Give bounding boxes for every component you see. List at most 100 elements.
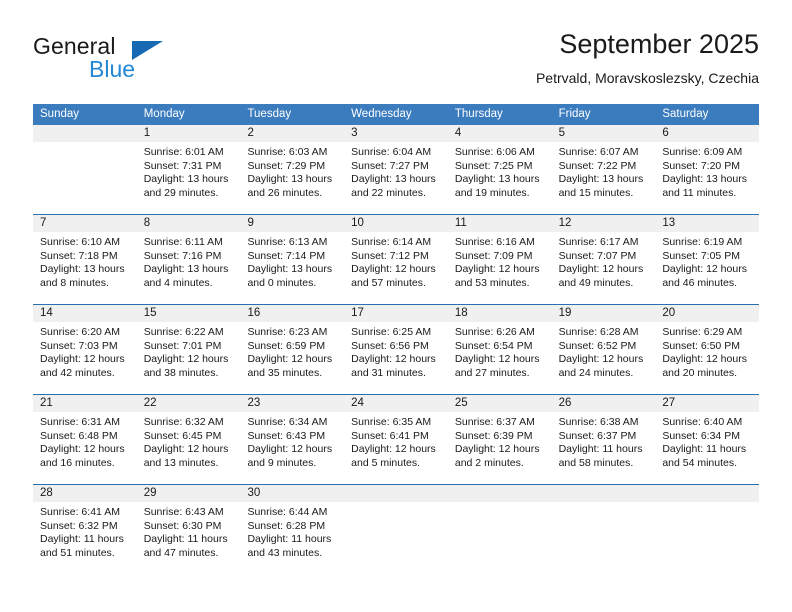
day-cell-17[interactable]: 17 Sunrise: 6:25 AM Sunset: 6:56 PM Dayligh… — [344, 305, 448, 394]
sunrise-text: Sunrise: 6:37 AM — [454, 416, 535, 428]
day-cell-9[interactable]: 9 Sunrise: 6:13 AM Sunset: 7:14 PM Daylight… — [240, 215, 345, 304]
sunrise-text: Sunrise: 6:06 AM — [454, 146, 535, 158]
day-number-band: 1 — [136, 125, 241, 142]
day-cell-26[interactable]: 26 Sunrise: 6:38 AM Sunset: 6:37 PM Dayligh… — [551, 395, 656, 484]
weekday-header-monday: Monday — [143, 108, 185, 120]
day-number-band: 14 — [33, 305, 137, 322]
day-details — [552, 502, 656, 506]
day-cell-7[interactable]: 7 Sunrise: 6:10 AM Sunset: 7:18 PM Daylight… — [33, 215, 137, 304]
day-cell-29[interactable]: 29 Sunrise: 6:43 AM Sunset: 6:30 PM Dayligh… — [136, 485, 241, 574]
daylight-text-cont: and 8 minutes. — [40, 276, 109, 289]
daylight-text-cont: and 5 minutes. — [351, 456, 421, 469]
day-details: Sunrise: 6:09 AM Sunset: 7:20 PM Daylight:… — [655, 142, 759, 200]
triangle-icon — [132, 41, 163, 60]
daylight-text-cont: and 13 minutes. — [143, 456, 219, 469]
day-details: Sunrise: 6:37 AM Sunset: 6:39 PM Daylight:… — [448, 412, 552, 470]
daylight-text-cont: and 0 minutes. — [247, 276, 317, 289]
day-details: Sunrise: 6:41 AM Sunset: 6:32 PM Daylight:… — [33, 502, 137, 560]
calendar-week-row: 14 Sunrise: 6:20 AM Sunset: 7:03 PM Dayligh… — [33, 304, 760, 394]
day-cell-12[interactable]: 12 Sunrise: 6:17 AM Sunset: 7:07 PM Dayligh… — [551, 215, 656, 304]
sunrise-text: Sunrise: 6:43 AM — [143, 506, 224, 518]
daylight-text: Daylight: 11 hours — [558, 443, 643, 456]
day-number: 9 — [247, 217, 254, 229]
day-cell-18[interactable]: 18 Sunrise: 6:26 AM Sunset: 6:54 PM Dayligh… — [447, 305, 552, 394]
day-cell-28[interactable]: 28 Sunrise: 6:41 AM Sunset: 6:32 PM Dayligh… — [33, 485, 137, 574]
day-cell-27[interactable]: 27 Sunrise: 6:40 AM Sunset: 6:34 PM Dayligh… — [655, 395, 760, 484]
day-number: 28 — [40, 487, 53, 499]
sunset-text: Sunset: 7:09 PM — [454, 249, 533, 262]
sunset-text: Sunset: 6:45 PM — [143, 429, 222, 442]
day-number-band: 5 — [551, 125, 656, 142]
day-details: Sunrise: 6:13 AM Sunset: 7:14 PM Daylight:… — [240, 232, 344, 290]
day-cell-20[interactable]: 20 Sunrise: 6:29 AM Sunset: 6:50 PM Dayligh… — [655, 305, 760, 394]
day-cell-22[interactable]: 22 Sunrise: 6:32 AM Sunset: 6:45 PM Dayligh… — [136, 395, 241, 484]
day-number-band — [344, 485, 448, 502]
day-number: 11 — [454, 217, 467, 229]
daylight-text: Daylight: 11 hours — [247, 533, 332, 546]
day-cell-30[interactable]: 30 Sunrise: 6:44 AM Sunset: 6:28 PM Dayligh… — [240, 485, 345, 574]
day-number-band: 7 — [33, 215, 137, 232]
calendar-week-row: 21 Sunrise: 6:31 AM Sunset: 6:48 PM Dayligh… — [33, 394, 760, 484]
day-cell-11[interactable]: 11 Sunrise: 6:16 AM Sunset: 7:09 PM Dayligh… — [447, 215, 552, 304]
sunset-text: Sunset: 7:31 PM — [143, 159, 222, 172]
sunset-text: Sunset: 6:50 PM — [662, 339, 740, 352]
day-number-band: 15 — [136, 305, 241, 322]
day-number-band: 28 — [33, 485, 137, 502]
day-cell-6[interactable]: 6 Sunrise: 6:09 AM Sunset: 7:20 PM Daylight… — [655, 125, 760, 214]
daylight-text-cont: and 47 minutes. — [143, 546, 219, 559]
day-number-band: 4 — [447, 125, 552, 142]
day-cell-23[interactable]: 23 Sunrise: 6:34 AM Sunset: 6:43 PM Dayligh… — [240, 395, 345, 484]
day-number-band: 16 — [240, 305, 345, 322]
daylight-text-cont: and 20 minutes. — [662, 366, 738, 379]
sunset-text: Sunset: 7:18 PM — [40, 249, 118, 262]
daylight-text-cont: and 58 minutes. — [558, 456, 634, 469]
sunset-text: Sunset: 6:34 PM — [662, 429, 740, 442]
day-cell-8[interactable]: 8 Sunrise: 6:11 AM Sunset: 7:16 PM Daylight… — [136, 215, 241, 304]
day-cell-1[interactable]: 1 Sunrise: 6:01 AM Sunset: 7:31 PM Daylight… — [136, 125, 241, 214]
day-number-band: 3 — [344, 125, 448, 142]
daylight-text: Daylight: 11 hours — [662, 443, 747, 456]
sunrise-text: Sunrise: 6:13 AM — [247, 236, 328, 248]
daylight-text-cont: and 43 minutes. — [247, 546, 323, 559]
day-details: Sunrise: 6:14 AM Sunset: 7:12 PM Daylight:… — [344, 232, 448, 290]
day-number: 15 — [143, 307, 157, 319]
day-cell-10[interactable]: 10 Sunrise: 6:14 AM Sunset: 7:12 PM Dayligh… — [344, 215, 448, 304]
day-cell-13[interactable]: 13 Sunrise: 6:19 AM Sunset: 7:05 PM Dayligh… — [655, 215, 760, 304]
sunset-text: Sunset: 6:48 PM — [40, 429, 118, 442]
daylight-text-cont: and 9 minutes. — [247, 456, 317, 469]
day-cell-3[interactable]: 3 Sunrise: 6:04 AM Sunset: 7:27 PM Daylight… — [344, 125, 448, 214]
daylight-text-cont: and 31 minutes. — [351, 366, 426, 379]
day-details: Sunrise: 6:11 AM Sunset: 7:16 PM Daylight:… — [137, 232, 241, 290]
day-number-band: 24 — [344, 395, 448, 412]
day-cell-24[interactable]: 24 Sunrise: 6:35 AM Sunset: 6:41 PM Dayligh… — [344, 395, 448, 484]
day-details: Sunrise: 6:06 AM Sunset: 7:25 PM Daylight:… — [448, 142, 552, 200]
day-number: 23 — [247, 397, 261, 409]
sunrise-text: Sunrise: 6:32 AM — [143, 416, 224, 428]
day-cell-5[interactable]: 5 Sunrise: 6:07 AM Sunset: 7:22 PM Daylight… — [551, 125, 656, 214]
sunrise-text: Sunrise: 6:09 AM — [662, 146, 743, 158]
day-cell-4[interactable]: 4 Sunrise: 6:06 AM Sunset: 7:25 PM Daylight… — [447, 125, 552, 214]
daylight-text: Daylight: 12 hours — [143, 443, 229, 456]
daylight-text: Daylight: 12 hours — [351, 443, 436, 456]
calendar-grid: Sunday Monday Tuesday Wednesday Thursday Frid… — [33, 104, 760, 574]
day-cell-16[interactable]: 16 Sunrise: 6:23 AM Sunset: 6:59 PM Dayligh… — [240, 305, 345, 394]
daylight-text-cont: and 57 minutes. — [351, 276, 426, 289]
day-number-band: 10 — [344, 215, 448, 232]
general-blue-logo: General Blue — [33, 33, 253, 85]
day-cell-25[interactable]: 25 Sunrise: 6:37 AM Sunset: 6:39 PM Dayligh… — [447, 395, 552, 484]
daylight-text: Daylight: 12 hours — [454, 443, 540, 456]
page-title: September 2025 — [559, 29, 759, 59]
day-cell-14[interactable]: 14 Sunrise: 6:20 AM Sunset: 7:03 PM Dayligh… — [33, 305, 137, 394]
sunset-text: Sunset: 7:05 PM — [662, 249, 740, 262]
daylight-text: Daylight: 12 hours — [558, 353, 644, 366]
day-number-band: 27 — [655, 395, 760, 412]
sunset-text: Sunset: 7:25 PM — [454, 159, 533, 172]
daylight-text: Daylight: 13 hours — [558, 173, 644, 186]
sunrise-text: Sunrise: 6:03 AM — [247, 146, 328, 158]
daylight-text-cont: and 2 minutes. — [454, 456, 524, 469]
day-cell-19[interactable]: 19 Sunrise: 6:28 AM Sunset: 6:52 PM Dayligh… — [551, 305, 656, 394]
day-cell-2[interactable]: 2 Sunrise: 6:03 AM Sunset: 7:29 PM Daylight… — [240, 125, 345, 214]
day-cell-15[interactable]: 15 Sunrise: 6:22 AM Sunset: 7:01 PM Dayligh… — [136, 305, 241, 394]
day-cell-21[interactable]: 21 Sunrise: 6:31 AM Sunset: 6:48 PM Dayligh… — [33, 395, 137, 484]
daylight-text: Daylight: 11 hours — [143, 533, 228, 546]
